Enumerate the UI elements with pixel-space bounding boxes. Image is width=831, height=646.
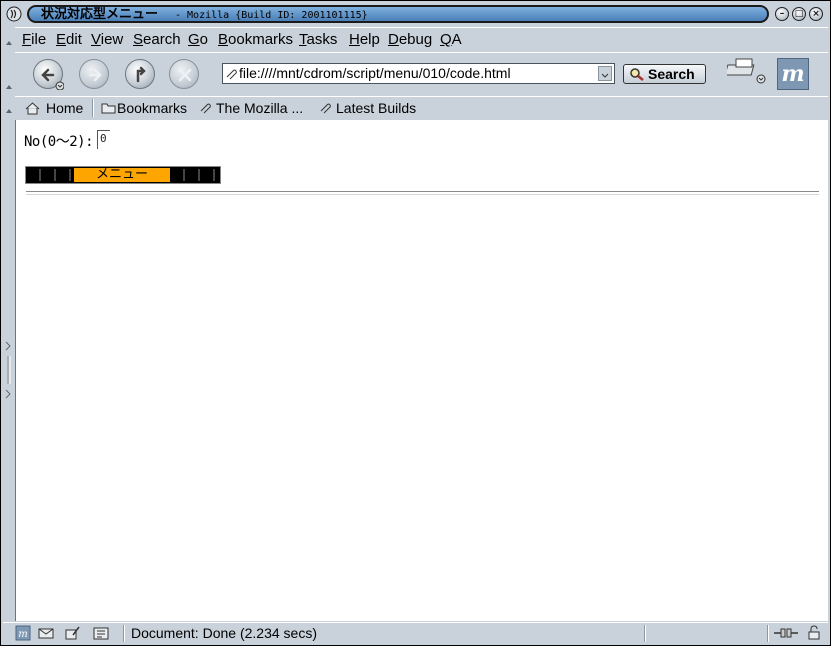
menubar-grip[interactable] [3,27,13,51]
close-window-icon[interactable]: × [809,7,823,21]
menu-go[interactable]: Go [188,31,208,49]
toolbar-separator [92,99,94,117]
horizontal-rule [26,191,819,195]
svg-text:m: m [18,629,27,640]
menu-search[interactable]: Search [133,31,181,49]
bookmark-latest-builds[interactable]: Latest Builds [336,99,416,117]
forward-button[interactable] [79,59,109,89]
reload-button[interactable] [125,59,155,89]
security-lock-icon[interactable] [807,625,821,640]
chevron-down-icon [601,73,609,78]
menu-banner-label[interactable]: メニュー [74,168,170,182]
menu-debug[interactable]: Debug [388,31,432,49]
sidebar-toggle-icon [5,341,11,399]
maximize-icon[interactable]: □ [792,7,806,21]
grip-arrow-icon [6,109,12,113]
reload-icon [136,66,146,83]
home-button[interactable]: Home [46,99,83,117]
url-text: file:////mnt/cdrom/script/menu/010/code.… [239,65,511,81]
menu-file[interactable]: File [22,31,46,49]
no-input[interactable]: 0 [97,130,110,149]
url-field[interactable]: file:////mnt/cdrom/script/menu/010/code.… [222,63,615,84]
bookmark-mozilla[interactable]: The Mozilla ... [216,99,303,117]
navigator-icon[interactable]: m [15,625,31,641]
banner-cell [58,169,71,181]
print-icon[interactable] [727,57,769,87]
mail-icon[interactable] [38,625,54,641]
status-separator [644,625,646,642]
grip-arrow-icon [6,41,12,45]
title-pill: 状況対応型メニュー - Mozilla {Build ID: 200110111… [27,5,769,23]
folder-icon [101,103,116,114]
online-status-icon[interactable] [773,626,799,640]
menu-tasks[interactable]: Tasks [299,31,337,49]
search-button-label: Search [648,66,695,82]
minimize-icon[interactable]: – [775,7,789,21]
navbar-grip[interactable] [3,52,13,95]
page-content: No(0〜2): 0 メニュー [15,120,828,621]
mozilla-throbber-icon[interactable]: m [777,58,809,90]
menu-view[interactable]: View [91,31,123,49]
sidebar-grip[interactable] [3,120,14,621]
title-bar[interactable]: 状況対応型メニュー - Mozilla {Build ID: 200110111… [3,3,828,25]
banner-cell [43,169,56,181]
personalbar-grip[interactable] [3,96,13,119]
personal-toolbar: Home Bookmarks The Mozilla ... Latest Bu… [15,96,828,121]
banner-cell [28,169,41,181]
magnifier-icon [630,68,644,81]
component-bar: m [11,625,119,642]
home-icon [25,102,40,115]
address-book-icon[interactable] [93,625,109,641]
status-separator [123,625,125,642]
bookmarks-button[interactable]: Bookmarks [117,99,187,117]
status-separator [767,625,769,642]
window-title: 状況対応型メニュー [41,7,159,22]
no-input-value: 0 [100,132,107,145]
menu-banner[interactable]: メニュー [25,166,221,184]
window-menu-icon[interactable] [6,6,22,22]
back-arrow-icon [41,68,64,90]
banner-cell [172,169,185,181]
url-dropdown-button[interactable] [598,66,612,81]
window-title-build: - Mozilla {Build ID: 2001101115} [175,10,368,21]
page-proxy-icon[interactable] [225,67,238,80]
search-button[interactable]: Search [623,64,706,84]
bookmark-link-icon [200,103,211,114]
back-button[interactable] [33,59,64,90]
menu-bookmarks[interactable]: Bookmarks [218,31,293,49]
menu-help[interactable]: Help [349,31,380,49]
forward-arrow-icon [88,68,102,82]
banner-cell [187,169,200,181]
status-bar: m Document: Done (2.234 secs) [3,622,828,644]
no-range-label: No(0〜2): [24,134,94,150]
status-text: Document: Done (2.234 secs) [131,625,317,641]
grip-arrow-icon [6,85,12,89]
browser-window: 状況対応型メニュー - Mozilla {Build ID: 200110111… [0,0,831,646]
banner-cell [202,169,215,181]
menu-qa[interactable]: QA [440,31,462,49]
bookmark-link-icon [320,103,331,114]
stop-icon [178,68,192,82]
composer-icon[interactable] [65,625,81,641]
menu-bar: File Edit View Search Go Bookmarks Tasks… [15,27,828,53]
menu-edit[interactable]: Edit [56,31,82,49]
navigation-toolbar: file:////mnt/cdrom/script/menu/010/code.… [15,52,828,97]
stop-button[interactable] [169,59,199,89]
